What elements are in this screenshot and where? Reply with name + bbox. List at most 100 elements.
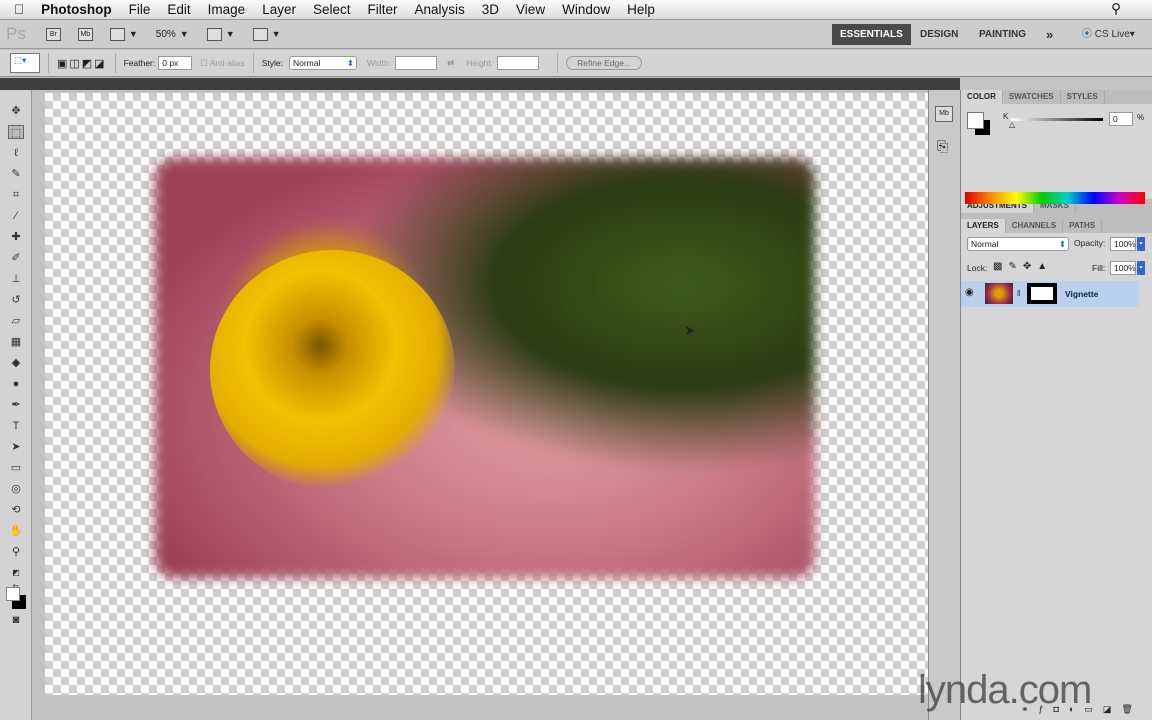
gradient-tool-icon[interactable]: ▦ [8,335,24,349]
tab-layers[interactable]: LAYERS [961,219,1006,233]
history-panel-icon[interactable]: ⎘ [937,138,960,155]
channel-label: K [1003,112,1009,121]
crop-tool-icon[interactable]: ⌗ [8,188,24,202]
spotlight-search-icon[interactable]: ⚲ [1111,1,1121,17]
color-ramp[interactable] [965,192,1145,204]
clone-stamp-tool-icon[interactable]: ⊥ [8,272,24,286]
blend-mode-select[interactable]: Normal ⬍ [967,237,1069,251]
bridge-button[interactable]: Br [45,27,61,41]
more-workspaces-button[interactable]: » [1038,24,1061,45]
style-label: Style: [261,58,283,68]
menu-3d[interactable]: 3D [482,2,499,17]
workspace-design[interactable]: DESIGN [912,24,966,45]
layers-panel-tabs: LAYERS CHANNELS PATHS [961,219,1152,233]
fill-dropdown-icon[interactable]: ▾ [1137,261,1145,275]
menu-layer[interactable]: Layer [262,2,296,17]
swap-icon[interactable]: ⇄ [447,58,454,69]
menu-select[interactable]: Select [313,2,351,17]
foreground-color-swatch[interactable] [6,587,20,601]
lock-label: Lock: [967,263,988,273]
width-input[interactable] [395,56,438,70]
quick-selection-tool-icon[interactable]: ✎ [8,167,24,181]
eraser-tool-icon[interactable]: ▱ [8,314,24,328]
anti-alias-checkbox[interactable]: ☐ Anti-alias [200,58,244,69]
refine-edge-button[interactable]: Refine Edge... [566,56,643,70]
menu-view[interactable]: View [516,2,545,17]
lock-buttons[interactable]: ▩✎✥▲ [993,261,1053,272]
zoom-tool-icon[interactable]: ⚲ [8,545,24,559]
tools-panel: ✥ ⬚ ℓ ✎ ⌗ ⁄ ✚ ✐ ⊥ ↺ ▱ ▦ ◆ ● ✒ T ➤ ▭ ◎ ⟲ … [0,90,32,720]
menu-filter[interactable]: Filter [368,2,398,17]
cs-live-button[interactable]: ⦿ CS Live▾ [1074,24,1143,45]
menu-window[interactable]: Window [562,2,610,17]
mini-bridge-button[interactable]: Mb [77,27,93,41]
chevron-down-icon[interactable]: ▼ [129,29,138,39]
menu-image[interactable]: Image [208,2,246,17]
fill-input[interactable]: 100% [1110,261,1136,275]
blur-tool-icon[interactable]: ◆ [8,356,24,370]
k-value-input[interactable]: 0 [1109,112,1133,126]
layer-name[interactable]: Vignette [1065,289,1098,299]
layers-panel: Normal ⬍ Opacity: 100% ▾ Lock: ▩✎✥▲ Fill:… [961,233,1152,633]
lasso-tool-icon[interactable]: ℓ [8,146,24,160]
style-select[interactable]: Normal ⬍ [288,56,357,70]
quick-mask-icon[interactable]: ◙ [8,613,24,627]
workspace-essentials[interactable]: ESSENTIALS [832,24,911,45]
menu-analysis[interactable]: Analysis [415,2,465,17]
screen-mode-button[interactable] [252,27,268,41]
apple-menu-icon[interactable]:  [14,2,24,17]
tab-color[interactable]: COLOR [961,90,1003,104]
type-tool-icon[interactable]: T [8,419,24,433]
mini-bridge-panel-icon[interactable]: Mb [935,106,953,122]
visibility-eye-icon[interactable]: ◉ [965,287,974,298]
shape-tool-icon[interactable]: ▭ [8,461,24,475]
pen-tool-icon[interactable]: ✒ [8,398,24,412]
selection-mode-buttons[interactable]: ▣◫◩◪ [57,57,107,70]
anti-alias-label: Anti-alias [209,57,245,68]
menu-edit[interactable]: Edit [167,2,190,17]
slider-handle-icon[interactable]: △ [1009,120,1015,129]
feather-label: Feather: [123,58,156,68]
chevron-down-icon[interactable]: ▼ [226,29,235,39]
chevron-down-icon[interactable]: ▼ [180,29,189,39]
move-tool-icon[interactable]: ✥ [8,104,24,118]
path-selection-tool-icon[interactable]: ➤ [8,440,24,454]
tool-preset-picker[interactable]: ⬚▾ [10,53,40,73]
layer-mask-thumbnail[interactable] [1027,283,1057,304]
dodge-tool-icon[interactable]: ● [8,377,24,391]
default-colors-icon[interactable]: ◩ ⇆ [8,566,24,591]
eyedropper-tool-icon[interactable]: ⁄ [8,209,24,223]
history-brush-tool-icon[interactable]: ↺ [8,293,24,307]
mouse-cursor-icon: ➤ [684,322,696,338]
foreground-color-swatch[interactable] [967,112,984,129]
3d-rotate-tool-icon[interactable]: ◎ [8,482,24,496]
k-slider[interactable] [1011,118,1103,121]
tab-paths[interactable]: PATHS [1063,219,1103,233]
menu-help[interactable]: Help [627,2,655,17]
workspace-painting[interactable]: PAINTING [971,24,1034,45]
panels-column: COLOR SWATCHES STYLES K △ 0 % ADJUSTMENT… [960,90,1152,720]
opacity-input[interactable]: 100% [1110,237,1136,251]
healing-brush-tool-icon[interactable]: ✚ [8,230,24,244]
layer-row[interactable]: ◉ ǁ Vignette [961,281,1139,307]
height-input[interactable] [497,56,540,70]
zoom-level[interactable]: 50% [156,29,176,40]
hand-tool-icon[interactable]: ✋ [8,524,24,538]
tab-swatches[interactable]: SWATCHES [1003,90,1061,104]
marquee-tool-icon[interactable]: ⬚ [8,125,24,139]
divider [252,53,254,73]
arrange-documents-button[interactable] [206,27,222,41]
color-swatches[interactable] [6,587,31,613]
fill-label: Fill: [1092,263,1106,273]
blend-mode-value: Normal [971,239,999,249]
menu-app[interactable]: Photoshop [41,2,112,17]
menu-file[interactable]: File [129,2,151,17]
feather-input[interactable]: 0 px [158,56,193,70]
tab-styles[interactable]: STYLES [1061,90,1105,104]
tab-channels[interactable]: CHANNELS [1006,219,1064,233]
brush-tool-icon[interactable]: ✐ [8,251,24,265]
view-extras-button[interactable] [109,27,125,41]
3d-orbit-tool-icon[interactable]: ⟲ [8,503,24,517]
chevron-down-icon[interactable]: ▼ [272,29,281,39]
opacity-dropdown-icon[interactable]: ▾ [1137,237,1145,251]
